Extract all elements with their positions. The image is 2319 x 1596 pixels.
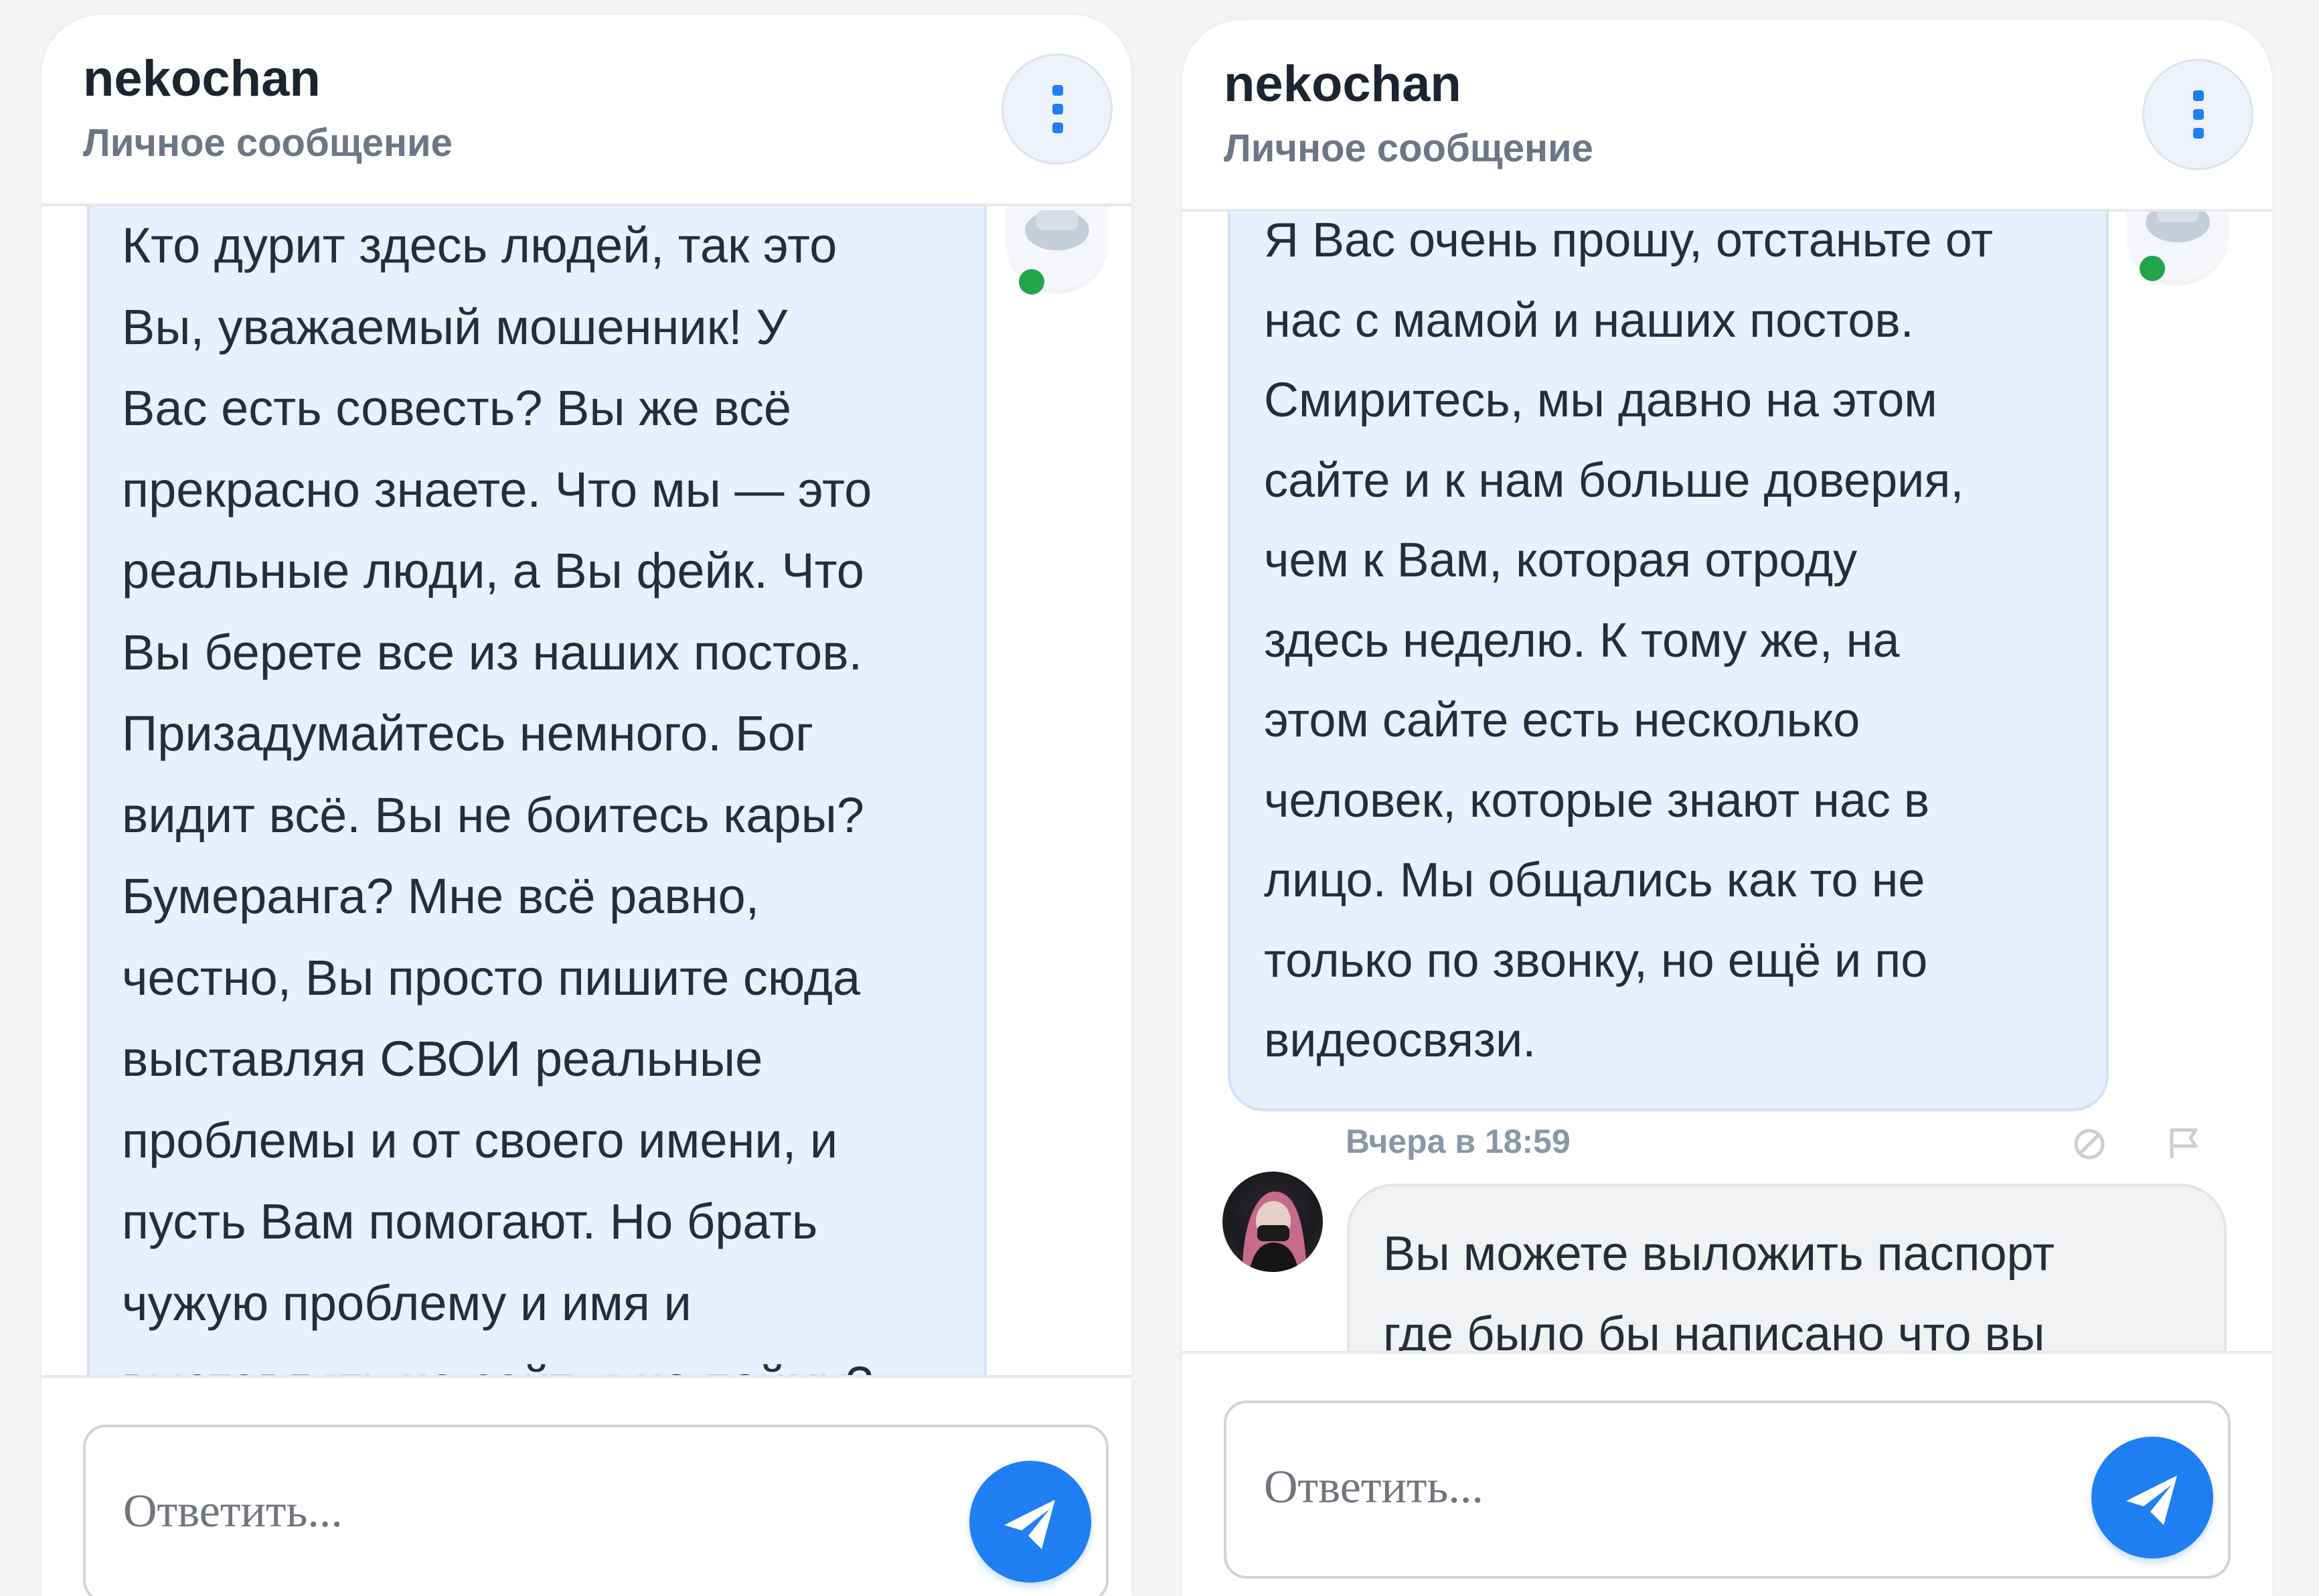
message-line: Вы берете все из наших постов. bbox=[122, 624, 863, 680]
reply-area bbox=[42, 1375, 1131, 1596]
message-line: этом сайте есть несколько bbox=[1264, 694, 1860, 747]
chat-subtitle: Личное сообщение bbox=[1224, 127, 1593, 170]
message-line: чем к Вам, которая отроду bbox=[1264, 534, 1858, 587]
more-options-button[interactable] bbox=[2142, 59, 2253, 170]
message-line: Призадумайтесь немного. Бог bbox=[122, 706, 814, 761]
reply-input[interactable] bbox=[122, 1474, 928, 1549]
message-line: только по звонку, но ещё и по bbox=[1264, 933, 1928, 987]
reply-box bbox=[83, 1425, 1109, 1596]
message-timestamp: Вчера в 18:59 bbox=[1346, 1123, 1571, 1160]
message-bubble-outgoing: Я Вас очень прошу, отстаньте от нас с ма… bbox=[1228, 167, 2109, 1111]
chat-username[interactable]: nekochan bbox=[83, 50, 321, 108]
more-options-button[interactable] bbox=[1002, 54, 1113, 165]
reply-area bbox=[1182, 1351, 2272, 1596]
flag-icon[interactable] bbox=[2164, 1123, 2203, 1162]
message-line: честно, Вы просто пишите сюда bbox=[122, 949, 861, 1006]
send-button[interactable] bbox=[2091, 1437, 2213, 1559]
paper-plane-icon bbox=[2126, 1475, 2177, 1525]
message-line: Смиритесь, мы давно на этом bbox=[1264, 374, 1937, 427]
vertical-dots-icon bbox=[1052, 85, 1063, 133]
reply-input[interactable] bbox=[1263, 1450, 2069, 1525]
message-line: прекрасно знаете. Что мы — это bbox=[122, 461, 872, 517]
message-line: Я Вас очень прошу, отстаньте от bbox=[1264, 214, 1994, 267]
message-line: лицо. Мы общались как то не bbox=[1264, 854, 1925, 907]
message-line: видит всё. Вы не боитесь кары? bbox=[122, 787, 864, 843]
send-button[interactable] bbox=[969, 1461, 1091, 1583]
chat-username[interactable]: nekochan bbox=[1224, 55, 1461, 113]
message-line: человек, которые знают нас в bbox=[1264, 773, 1930, 827]
message-line: Бумеранга? Мне всё равно, bbox=[122, 868, 760, 924]
chat-subtitle: Личное сообщение bbox=[83, 121, 453, 165]
message-line: Вы, уважаемый мошенник! У bbox=[122, 299, 788, 355]
message-line: нас с мамой и наших постов. bbox=[1264, 293, 1914, 347]
vertical-dots-icon bbox=[2193, 90, 2204, 139]
message-line: видеосвязи. bbox=[1264, 1014, 1536, 1067]
online-status-dot bbox=[2140, 256, 2165, 281]
reply-box bbox=[1224, 1401, 2231, 1579]
message-line: Вы можете выложить паспорт bbox=[1383, 1227, 2055, 1281]
message-line: пусть Вам помогают. Но брать bbox=[122, 1194, 818, 1249]
sender-avatar[interactable] bbox=[1222, 1172, 1323, 1272]
message-line: выставляя СВОИ реальные bbox=[122, 1031, 763, 1087]
online-status-dot bbox=[1019, 269, 1044, 295]
block-icon[interactable] bbox=[2070, 1125, 2109, 1164]
chat-header: nekochan Личное сообщение bbox=[42, 15, 1131, 206]
message-bubble-outgoing: Кто дурит здесь людей, так это Вы, уважа… bbox=[87, 169, 987, 1441]
message-line: сайте и к нам больше доверия, bbox=[1264, 453, 1964, 507]
message-line: чужую проблему и имя и bbox=[122, 1275, 692, 1331]
message-line: реальные люди, а Вы фейк. Что bbox=[122, 543, 864, 598]
message-line: Кто дурит здесь людей, так это bbox=[122, 218, 837, 273]
message-line: здесь неделю. К тому же, на bbox=[1264, 613, 1900, 667]
chat-header: nekochan Личное сообщение bbox=[1182, 20, 2272, 212]
paper-plane-icon bbox=[1004, 1500, 1055, 1549]
message-line: Вас есть совесть? Вы же всё bbox=[122, 380, 791, 436]
message-line: проблемы и от своего имени, и bbox=[122, 1112, 838, 1168]
chat-panel-left: nekochan Личное сообщение Кто дурит здес… bbox=[42, 15, 1131, 1596]
chat-panel-right: nekochan Личное сообщение Я Вас очень пр… bbox=[1182, 20, 2272, 1596]
